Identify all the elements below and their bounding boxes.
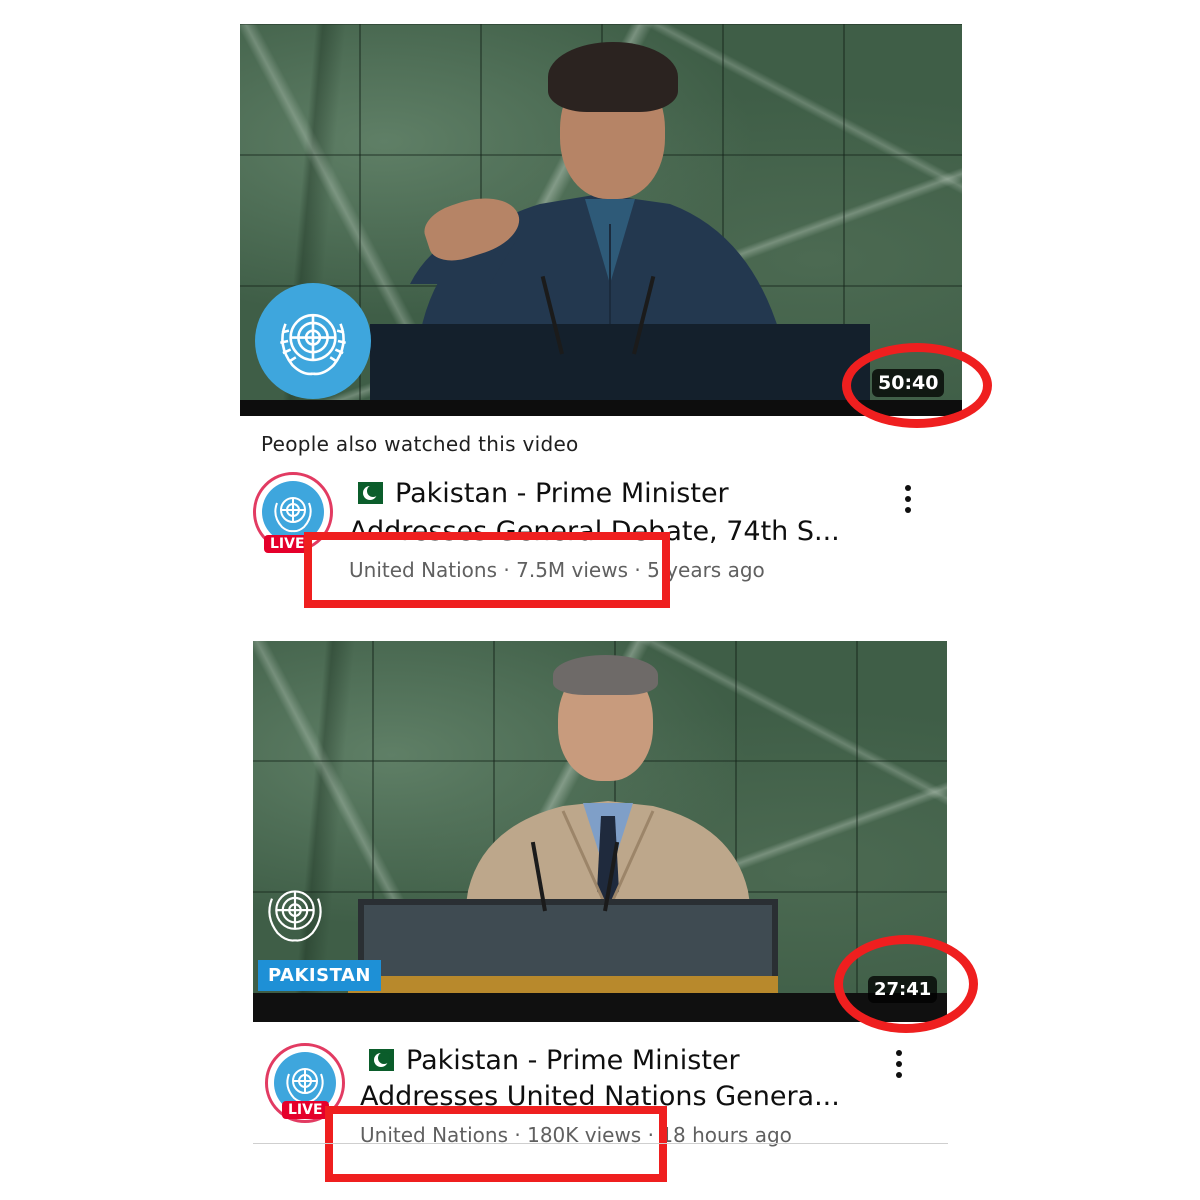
un-logo-badge	[259, 877, 331, 949]
pakistan-flag-icon	[360, 1049, 394, 1071]
live-badge: LIVE	[282, 1101, 329, 1119]
video-title-line-1[interactable]: Pakistan - Prime Minister	[360, 1043, 880, 1079]
un-emblem-icon	[268, 890, 322, 942]
country-tag: PAKISTAN	[258, 960, 381, 991]
pakistan-flag-icon	[349, 482, 383, 504]
highlight-ellipse-duration-2	[834, 935, 978, 1033]
video-title-line-1[interactable]: Pakistan - Prime Minister	[349, 476, 869, 512]
un-emblem-icon	[280, 313, 346, 376]
more-vert-icon[interactable]	[894, 1050, 904, 1078]
more-vert-icon[interactable]	[903, 485, 913, 513]
divider	[253, 1143, 948, 1144]
highlight-ellipse-duration-1	[842, 343, 992, 428]
video-thumbnail-1[interactable]: 50:40	[240, 24, 962, 416]
highlight-box-views-1	[304, 532, 670, 608]
un-logo-badge	[255, 283, 371, 399]
highlight-box-views-2	[325, 1106, 667, 1182]
section-label: People also watched this video	[261, 432, 579, 456]
un-emblem-icon	[274, 497, 312, 533]
